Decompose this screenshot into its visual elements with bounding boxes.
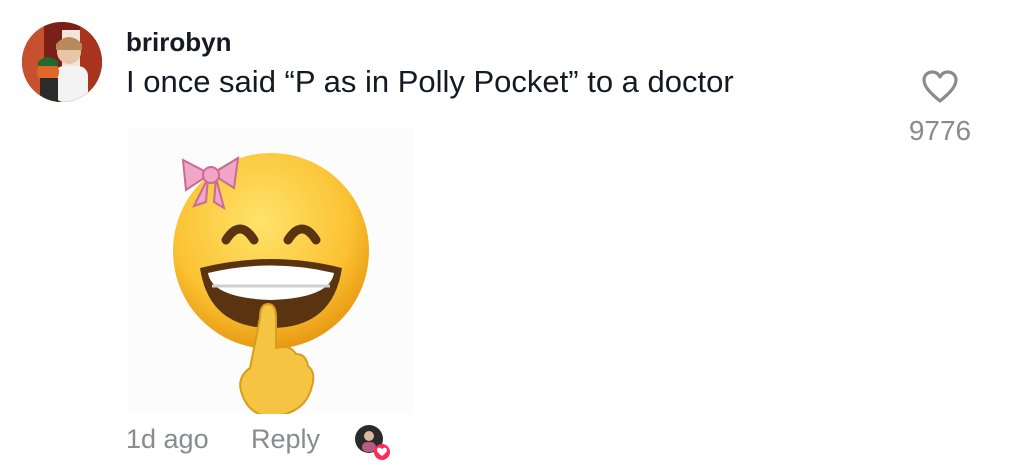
grinning-emoji-with-bow-sticker bbox=[173, 153, 369, 418]
comment-username[interactable]: brirobyn bbox=[126, 27, 231, 58]
comment-sticker-image[interactable] bbox=[128, 128, 414, 418]
comment-timestamp: 1d ago bbox=[126, 424, 209, 454]
comment-text: I once said “P as in Polly Pocket” to a … bbox=[126, 64, 734, 99]
creator-liked-badge bbox=[354, 424, 390, 460]
heart-outline-icon[interactable] bbox=[921, 70, 959, 104]
reply-button[interactable]: Reply bbox=[251, 424, 320, 455]
like-control[interactable]: 9776 bbox=[900, 70, 980, 147]
red-heart-icon bbox=[374, 444, 390, 460]
avatar-photo bbox=[22, 22, 102, 102]
like-count: 9776 bbox=[908, 115, 972, 146]
commenter-avatar[interactable] bbox=[22, 22, 102, 102]
